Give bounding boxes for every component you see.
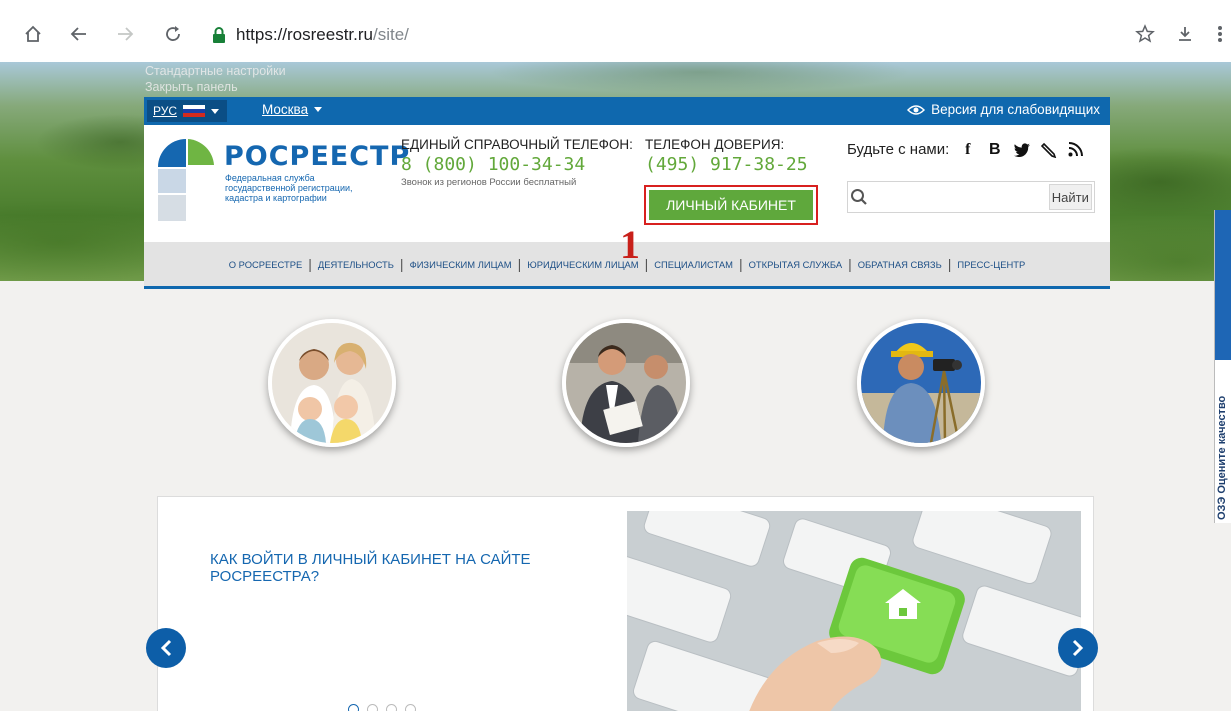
category-legal-entities-photo[interactable] — [562, 319, 690, 447]
slider-dot[interactable] — [367, 704, 378, 711]
nav-item-specialists[interactable]: СПЕЦИАЛИСТАМ — [648, 259, 739, 270]
nav-item-about[interactable]: О РОСРЕЕСТРЕ — [223, 259, 308, 270]
slider-pagination — [348, 704, 416, 711]
lock-icon — [213, 27, 225, 43]
help-phone-number[interactable]: 8 (800) 100-34-34 — [401, 154, 633, 175]
news-slider: КАК ВОЙТИ В ЛИЧНЫЙ КАБИНЕТ НА САЙТЕ РОСР… — [157, 496, 1094, 711]
city-selector[interactable]: Москва — [262, 102, 323, 117]
twitter-icon[interactable] — [1013, 141, 1030, 158]
slider-next-button[interactable] — [1058, 628, 1098, 668]
social-label: Будьте с нами: — [847, 141, 950, 158]
reload-icon[interactable] — [160, 21, 186, 47]
city-label: Москва — [262, 102, 309, 117]
nav-item-activity[interactable]: ДЕЯТЕЛЬНОСТЬ — [312, 259, 400, 270]
chevron-down-icon — [314, 107, 323, 112]
facebook-icon[interactable]: f — [959, 141, 976, 158]
keyboard-house-key-image[interactable] — [627, 511, 1081, 711]
search-input[interactable] — [870, 182, 1047, 212]
russia-flag-icon — [183, 105, 206, 117]
help-phone-block: ЕДИНЫЙ СПРАВОЧНЫЙ ТЕЛЕФОН: 8 (800) 100-3… — [401, 137, 633, 188]
back-icon[interactable] — [66, 21, 92, 47]
url-path: /site/ — [373, 25, 409, 44]
language-selector[interactable]: РУС — [147, 100, 227, 122]
url-host: https://rosreestr.ru — [236, 25, 373, 44]
rate-quality-side-tab[interactable]: ОЗЭ Оцените качество — [1214, 210, 1231, 523]
category-specialists-photo[interactable] — [857, 319, 985, 447]
side-tab-label: ОЗЭ Оцените качество — [1216, 395, 1228, 520]
chevron-down-icon — [211, 108, 220, 114]
nav-item-open-service[interactable]: ОТКРЫТАЯ СЛУЖБА — [743, 259, 849, 270]
chevron-right-icon — [1072, 639, 1084, 657]
personal-cabinet-highlight: ЛИЧНЫЙ КАБИНЕТ — [644, 185, 818, 225]
standard-settings-link[interactable]: Стандартные настройки — [145, 64, 286, 78]
trust-phone-block: ТЕЛЕФОН ДОВЕРИЯ: (495) 917-38-25 — [645, 137, 808, 175]
header-main: РОСРЕЕСТР Федеральная служба государстве… — [144, 125, 1110, 267]
help-phone-note: Звонок из регионов России бесплатный — [401, 177, 577, 188]
nav-item-individuals[interactable]: ФИЗИЧЕСКИМ ЛИЦАМ — [404, 259, 518, 270]
livejournal-icon[interactable] — [1040, 141, 1057, 158]
search-button[interactable]: Найти — [1048, 184, 1092, 210]
vk-icon[interactable]: В — [986, 141, 1003, 158]
download-icon[interactable] — [1172, 21, 1198, 47]
trust-phone-label: ТЕЛЕФОН ДОВЕРИЯ: — [645, 137, 785, 152]
nav-item-feedback[interactable]: ОБРАТНАЯ СВЯЗЬ — [852, 259, 948, 270]
personal-cabinet-button[interactable]: ЛИЧНЫЙ КАБИНЕТ — [649, 190, 813, 220]
search-icon — [848, 182, 871, 212]
trust-phone-number[interactable]: (495) 917-38-25 — [645, 154, 808, 175]
browser-toolbar: https://rosreestr.ru/site/ — [0, 0, 1231, 62]
site-search: Найти — [847, 181, 1095, 213]
home-icon[interactable] — [20, 21, 46, 47]
address-bar[interactable]: https://rosreestr.ru/site/ — [200, 22, 1100, 48]
site-header: РУС Москва Версия для слабовидящих РОСРЕ… — [144, 97, 1110, 289]
help-phone-label: ЕДИНЫЙ СПРАВОЧНЫЙ ТЕЛЕФОН: — [401, 137, 633, 152]
close-panel-link[interactable]: Закрыть панель — [145, 80, 238, 94]
category-individuals-photo[interactable] — [268, 319, 396, 447]
slider-dot[interactable] — [386, 704, 397, 711]
brand-subtitle: Федеральная служба государственной регис… — [225, 173, 353, 203]
forward-icon[interactable] — [112, 21, 138, 47]
eye-icon — [907, 104, 926, 115]
top-bar: РУС Москва Версия для слабовидящих — [144, 97, 1110, 125]
slider-dot[interactable] — [405, 704, 416, 711]
social-links: Будьте с нами: f В — [847, 141, 1084, 158]
slider-dot[interactable] — [348, 704, 359, 711]
vision-version-label: Версия для слабовидящих — [931, 102, 1100, 117]
language-label: РУС — [153, 104, 178, 118]
brand-name: РОСРЕЕСТР — [224, 141, 411, 172]
page-viewport: Стандартные настройки Закрыть панель РУС… — [0, 62, 1231, 711]
bookmark-star-icon[interactable] — [1132, 21, 1158, 47]
rss-icon[interactable] — [1067, 141, 1084, 158]
nav-item-press-center[interactable]: ПРЕСС-ЦЕНТР — [951, 259, 1031, 270]
menu-kebab-icon[interactable] — [1210, 21, 1230, 47]
vision-version-link[interactable]: Версия для слабовидящих — [907, 102, 1100, 117]
rosreestr-logo[interactable] — [157, 137, 215, 223]
slider-prev-button[interactable] — [146, 628, 186, 668]
step-number-annotation: 1 — [620, 222, 640, 267]
chevron-left-icon — [160, 639, 172, 657]
slide-title[interactable]: КАК ВОЙТИ В ЛИЧНЫЙ КАБИНЕТ НА САЙТЕ РОСР… — [210, 551, 610, 585]
